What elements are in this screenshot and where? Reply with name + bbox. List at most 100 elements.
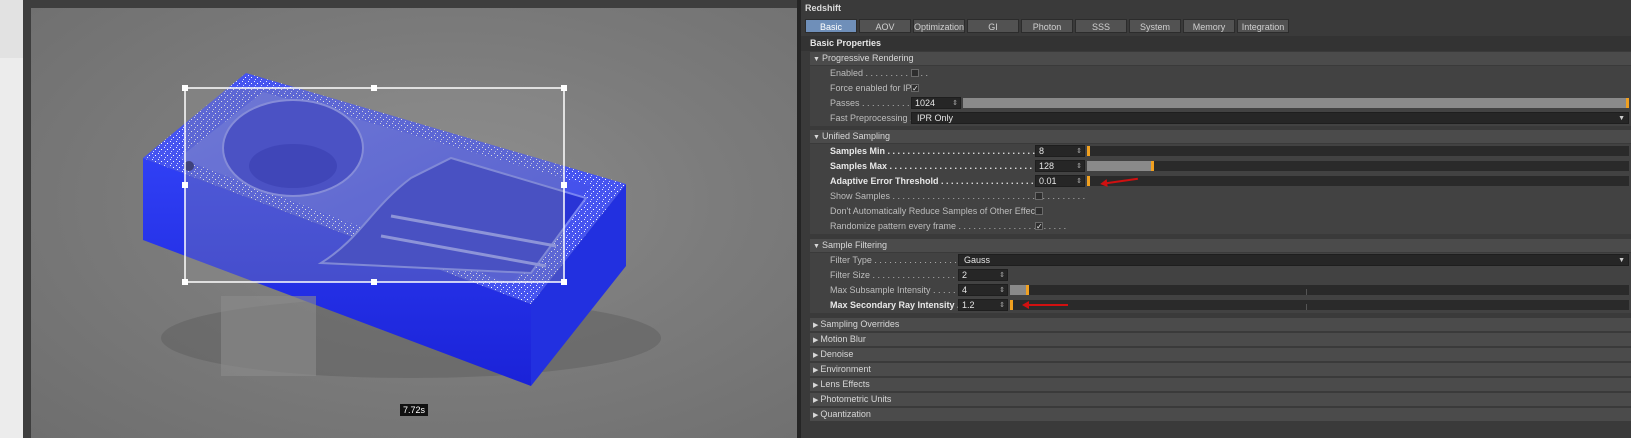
aet-slider[interactable]	[1087, 176, 1629, 186]
max-secondary-handle[interactable]	[1010, 300, 1013, 310]
group-label: Photometric Units	[820, 394, 892, 404]
aet-value: 0.01	[1039, 176, 1057, 186]
group-label: Quantization	[820, 409, 871, 419]
passes-slider-fill	[963, 98, 1627, 108]
tab-optimization[interactable]: Optimization	[913, 19, 965, 33]
render-viewport[interactable]: 7.72s	[23, 0, 797, 438]
force-ipr-label: Force enabled for IPR	[830, 83, 919, 93]
samples-min-slider[interactable]	[1087, 146, 1629, 156]
group-sample-filtering[interactable]: ▼ Sample Filtering	[810, 239, 1631, 252]
samples-max-handle[interactable]	[1151, 161, 1154, 171]
row-max-subsample: Max Subsample Intensity . . . . . . . . …	[810, 283, 1631, 298]
spinner-icon[interactable]: ⇕	[999, 300, 1005, 311]
row-passes: Passes . . . . . . . . . . . . . 1024 ⇕	[810, 96, 1631, 111]
slider-tick	[1306, 289, 1307, 295]
region-handle[interactable]	[561, 279, 567, 285]
filter-size-field[interactable]: 2 ⇕	[958, 269, 1008, 281]
samples-max-slider[interactable]	[1087, 161, 1629, 171]
group-lens-effects[interactable]: ▶ Lens Effects	[810, 378, 1631, 391]
spinner-icon[interactable]: ⇕	[1076, 146, 1082, 157]
tab-bar: Basic AOV Optimization GI Photon SSS Sys…	[805, 19, 1289, 33]
region-handle[interactable]	[561, 85, 567, 91]
tab-sss[interactable]: SSS	[1075, 19, 1127, 33]
group-environment[interactable]: ▶ Environment	[810, 363, 1631, 376]
max-secondary-field[interactable]: 1.2 ⇕	[958, 299, 1008, 311]
tab-system[interactable]: System	[1129, 19, 1181, 33]
checkmark-icon: ✓	[1036, 222, 1043, 231]
aet-field[interactable]: 0.01 ⇕	[1035, 175, 1085, 187]
spinner-icon[interactable]: ⇕	[1076, 176, 1082, 187]
row-max-secondary: Max Secondary Ray Intensity . . . . . . …	[810, 298, 1631, 313]
fast-preprocessing-label: Fast Preprocessing . .	[830, 113, 918, 123]
group-quantization[interactable]: ▶ Quantization	[810, 408, 1631, 421]
fast-preprocessing-dropdown[interactable]: IPR Only ▼	[911, 112, 1629, 124]
max-subsample-handle[interactable]	[1026, 285, 1029, 295]
triangle-right-icon: ▶	[813, 352, 819, 359]
group-label: Motion Blur	[820, 334, 866, 344]
spinner-icon[interactable]: ⇕	[1076, 161, 1082, 172]
row-show-samples: Show Samples . . . . . . . . . . . . . .…	[810, 189, 1631, 204]
tab-integration[interactable]: Integration	[1237, 19, 1289, 33]
aet-handle[interactable]	[1087, 176, 1090, 186]
samples-min-field[interactable]: 8 ⇕	[1035, 145, 1085, 157]
group-denoise[interactable]: ▶ Denoise	[810, 348, 1631, 361]
region-handle[interactable]	[182, 279, 188, 285]
tab-basic[interactable]: Basic	[805, 19, 857, 33]
spinner-icon[interactable]: ⇕	[952, 98, 958, 109]
dont-reduce-checkbox[interactable]	[1035, 207, 1043, 215]
triangle-right-icon: ▶	[813, 367, 819, 374]
group-unified-sampling[interactable]: ▼ Unified Sampling	[810, 130, 1631, 143]
ghost-overlay	[221, 296, 316, 376]
render-region-box[interactable]	[184, 87, 565, 283]
passes-slider-handle[interactable]	[1626, 98, 1629, 108]
render-image	[143, 73, 661, 386]
force-ipr-checkbox[interactable]: ✓	[911, 84, 919, 93]
show-samples-checkbox[interactable]	[1035, 192, 1043, 200]
passes-slider[interactable]	[963, 98, 1629, 108]
tab-photon[interactable]: Photon	[1021, 19, 1073, 33]
region-handle[interactable]	[182, 182, 188, 188]
row-samples-max: Samples Max . . . . . . . . . . . . . . …	[810, 159, 1631, 174]
tab-gi[interactable]: GI	[967, 19, 1019, 33]
max-secondary-value: 1.2	[962, 300, 975, 310]
filter-size-value: 2	[962, 270, 968, 280]
max-subsample-slider[interactable]	[1010, 285, 1629, 295]
triangle-right-icon: ▶	[813, 322, 819, 329]
render-canvas[interactable]	[31, 8, 797, 438]
randomize-label: Randomize pattern every frame . . . . . …	[830, 221, 1067, 231]
group-label: Unified Sampling	[821, 131, 890, 141]
randomize-checkbox[interactable]: ✓	[1035, 222, 1043, 231]
region-handle[interactable]	[182, 85, 188, 91]
group-sampling-overrides[interactable]: ▶ Sampling Overrides	[810, 318, 1631, 331]
filter-type-dropdown[interactable]: Gauss ▼	[958, 254, 1629, 266]
tab-memory[interactable]: Memory	[1183, 19, 1235, 33]
passes-value: 1024	[915, 98, 936, 108]
row-adaptive-error-threshold: Adaptive Error Threshold . . . . . . . .…	[810, 174, 1631, 189]
max-subsample-field[interactable]: 4 ⇕	[958, 284, 1008, 296]
left-strip-shade	[0, 0, 23, 58]
slider-tick	[1306, 304, 1307, 310]
filter-type-value: Gauss	[964, 255, 991, 265]
samples-max-label: Samples Max . . . . . . . . . . . . . . …	[830, 161, 1068, 171]
tab-aov[interactable]: AOV	[859, 19, 911, 33]
region-handle[interactable]	[371, 85, 377, 91]
samples-min-handle[interactable]	[1087, 146, 1090, 156]
render-time-label: 7.72s	[400, 404, 429, 416]
samples-max-field[interactable]: 128 ⇕	[1035, 160, 1085, 172]
max-subsample-value: 4	[962, 285, 968, 295]
spinner-icon[interactable]: ⇕	[999, 285, 1005, 296]
group-motion-blur[interactable]: ▶ Motion Blur	[810, 333, 1631, 346]
group-progressive-rendering[interactable]: ▼ Progressive Rendering	[810, 52, 1631, 65]
passes-field[interactable]: 1024 ⇕	[911, 97, 961, 109]
spinner-icon[interactable]: ⇕	[999, 270, 1005, 281]
row-randomize: Randomize pattern every frame . . . . . …	[810, 219, 1631, 234]
region-handle[interactable]	[561, 182, 567, 188]
group-photometric-units[interactable]: ▶ Photometric Units	[810, 393, 1631, 406]
max-secondary-slider[interactable]	[1010, 300, 1629, 310]
samples-min-value: 8	[1039, 146, 1045, 156]
row-filter-type: Filter Type . . . . . . . . . . . . . . …	[810, 253, 1631, 268]
enabled-checkbox[interactable]	[911, 69, 919, 77]
region-handle[interactable]	[371, 279, 377, 285]
triangle-right-icon: ▶	[813, 382, 819, 389]
group-label: Progressive Rendering	[821, 53, 914, 63]
